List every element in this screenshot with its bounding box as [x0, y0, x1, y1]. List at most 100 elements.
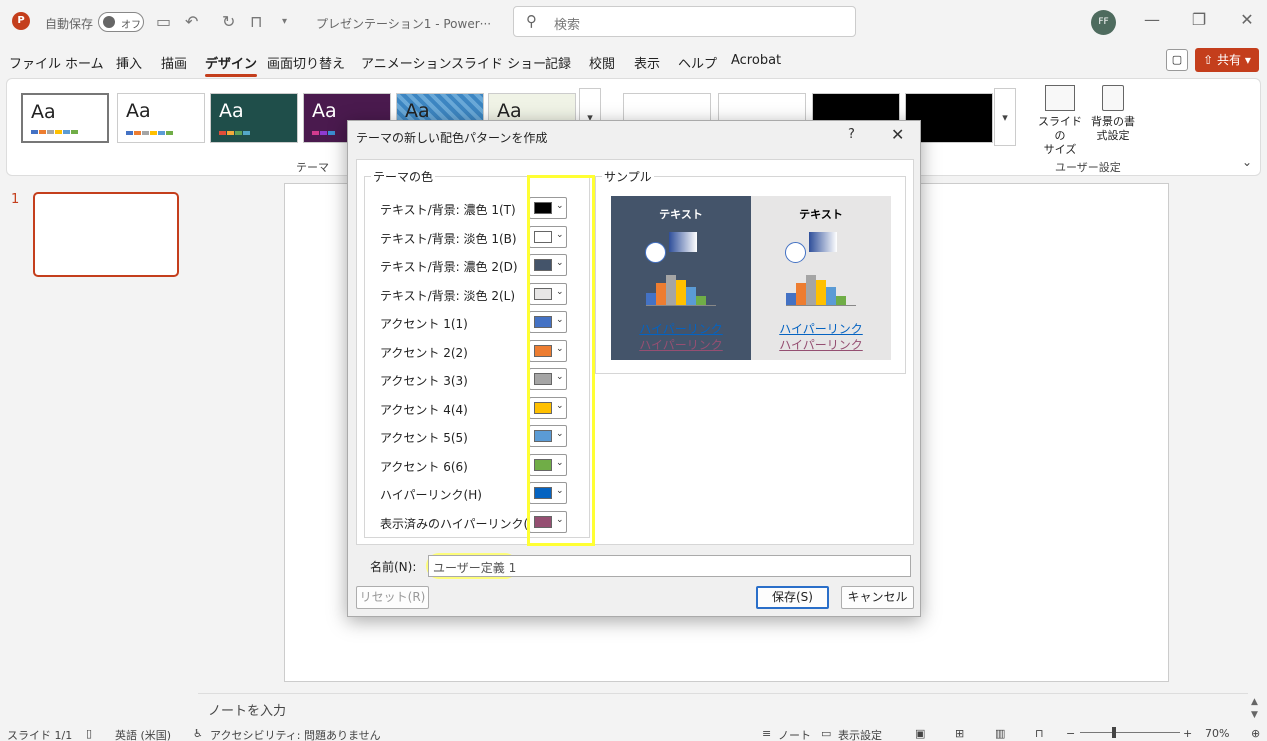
user-avatar[interactable]: FF — [1091, 10, 1116, 35]
sample-light: テキスト ハイパーリンク ハイパーリンク — [751, 196, 891, 360]
spellcheck-icon[interactable]: ▯ — [86, 727, 92, 740]
close-window-icon[interactable]: ✕ — [1237, 10, 1257, 29]
reading-view-icon[interactable]: ▥ — [995, 727, 1005, 740]
color-label-accent4: アクセント 4(4) — [380, 403, 468, 417]
search-icon: ⚲ — [526, 12, 537, 30]
sample-gradient — [809, 232, 837, 252]
color-label-accent3: アクセント 3(3) — [380, 374, 468, 388]
autosave-state: オフ — [121, 20, 141, 31]
name-label: 名前(N): — [370, 560, 417, 574]
tab-insert[interactable]: 挿入 — [116, 53, 142, 72]
comment-icon[interactable]: ▢ — [1166, 49, 1188, 71]
tab-transitions[interactable]: 画面切り替え — [267, 53, 345, 72]
theme-office[interactable]: Aa — [21, 93, 109, 143]
fit-slide-icon[interactable]: ⊕ — [1251, 727, 1260, 740]
autosave-toggle[interactable]: オフ — [98, 12, 144, 32]
color-label-followed-hyperlink: 表示済みのハイパーリンク(F) — [380, 517, 540, 531]
sample-circle — [645, 242, 666, 263]
save-button[interactable]: 保存(S) — [756, 586, 829, 609]
sample-group-label: サンプル — [602, 168, 654, 185]
user-settings-group-label: ユーザー設定 — [1055, 161, 1121, 174]
tab-record[interactable]: 記録 — [545, 53, 571, 72]
language-status[interactable]: 英語 (米国) — [115, 727, 171, 741]
slide-size-button[interactable]: スライドの サイズ — [1036, 85, 1084, 157]
name-input[interactable]: ユーザー定義 1 — [428, 555, 911, 577]
tab-design[interactable]: デザイン — [205, 53, 258, 77]
color-label-dark2: テキスト/背景: 濃色 2(D) — [380, 260, 518, 274]
slideshow-view-icon[interactable]: ⊓ — [1035, 727, 1044, 740]
slide-sorter-icon[interactable]: ⊞ — [955, 727, 964, 740]
tab-animations[interactable]: アニメーション — [361, 53, 451, 72]
scroll-down-icon[interactable]: ▼ — [1251, 710, 1258, 720]
color-label-dark1: テキスト/背景: 濃色 1(T) — [380, 203, 516, 217]
theme-2[interactable]: Aa — [117, 93, 205, 143]
restore-icon[interactable]: ❐ — [1189, 10, 1209, 29]
dialog-close-icon[interactable]: ✕ — [891, 125, 904, 144]
save-icon[interactable]: ▭ — [156, 12, 171, 31]
reset-button[interactable]: リセット(R) — [356, 586, 429, 609]
theme-sample: Aa — [405, 100, 430, 122]
menu-bar: ファイル ホーム 挿入 描画 デザイン 画面切り替え アニメーション スライド … — [0, 44, 1267, 77]
customize-toolbar-icon[interactable]: ▾ — [282, 16, 287, 27]
zoom-slider[interactable] — [1080, 732, 1180, 733]
tab-help[interactable]: ヘルプ — [678, 53, 717, 72]
share-label: 共有 — [1217, 53, 1242, 67]
slide-count: スライド 1/1 — [7, 729, 73, 741]
normal-view-icon[interactable]: ▣ — [915, 727, 925, 740]
redo-icon[interactable]: ↻ — [222, 12, 235, 31]
notes-button[interactable]: ノート — [778, 727, 811, 741]
search-box[interactable]: ⚲ 検索 — [513, 6, 856, 37]
color-label-accent2: アクセント 2(2) — [380, 346, 468, 360]
powerpoint-logo-icon: P — [12, 12, 30, 30]
sample-hyperlink: ハイパーリンク — [639, 322, 723, 336]
theme-sample: Aa — [312, 100, 337, 122]
sample-text: テキスト — [799, 208, 843, 221]
notes-pane[interactable]: ノートを入力 — [198, 693, 1248, 723]
sample-bar-chart — [786, 272, 856, 306]
tab-draw[interactable]: 描画 — [161, 53, 187, 72]
share-button[interactable]: ⇧ 共有 ▾ — [1195, 48, 1259, 72]
status-bar: スライド 1/1 ▯ 英語 (米国) ♿ アクセシビリティ: 問題ありません ≡… — [0, 724, 1267, 741]
zoom-slider-thumb[interactable] — [1112, 727, 1116, 738]
format-background-button[interactable]: 背景の書 式設定 — [1089, 85, 1137, 143]
minimize-icon[interactable]: — — [1142, 10, 1162, 29]
scroll-up-icon[interactable]: ▲ — [1251, 697, 1258, 707]
highlight-annotation — [527, 175, 595, 546]
dialog-panel: テーマの色 サンプル テキスト/背景: 濃色 1(T) テキスト/背景: 淡色 … — [356, 159, 914, 546]
theme-3[interactable]: Aa — [210, 93, 298, 143]
sample-gradient — [669, 232, 697, 252]
zoom-out-icon[interactable]: − — [1066, 727, 1075, 740]
theme-sample: Aa — [219, 100, 244, 122]
search-placeholder: 検索 — [554, 18, 581, 33]
cancel-button[interactable]: キャンセル — [841, 586, 914, 609]
tab-review[interactable]: 校閲 — [589, 53, 615, 72]
zoom-level[interactable]: 70% — [1205, 727, 1229, 740]
slide-size-label: スライドの サイズ — [1038, 115, 1082, 156]
tab-file[interactable]: ファイル — [9, 53, 61, 72]
sample-circle — [785, 242, 806, 263]
zoom-in-icon[interactable]: + — [1183, 727, 1192, 740]
notes-placeholder: ノートを入力 — [208, 704, 287, 719]
present-icon[interactable]: ⊓ — [250, 12, 262, 31]
color-label-light2: テキスト/背景: 淡色 2(L) — [380, 289, 516, 303]
display-settings-icon: ▭ — [821, 727, 832, 740]
tab-acrobat[interactable]: Acrobat — [731, 53, 781, 68]
sample-text: テキスト — [659, 208, 703, 221]
document-title: プレゼンテーション1 - Power··· — [316, 17, 492, 31]
tab-home[interactable]: ホーム — [65, 53, 104, 72]
help-icon[interactable]: ? — [848, 127, 855, 142]
color-label-accent5: アクセント 5(5) — [380, 431, 468, 445]
accessibility-status[interactable]: アクセシビリティ: 問題ありません — [210, 727, 381, 741]
theme-sample: Aa — [31, 101, 56, 123]
tab-view[interactable]: 表示 — [634, 53, 660, 72]
format-background-icon — [1102, 85, 1124, 111]
display-settings-button[interactable]: 表示設定 — [838, 727, 882, 741]
slide-number: 1 — [11, 192, 20, 207]
undo-icon[interactable]: ↶ — [185, 12, 198, 31]
sample-bar-chart — [646, 272, 716, 306]
slide-thumbnail[interactable] — [33, 192, 179, 277]
variants-more-icon[interactable]: ▾ — [994, 88, 1016, 146]
tab-slideshow[interactable]: スライド ショー — [451, 53, 546, 72]
slide-size-icon — [1045, 85, 1075, 111]
ribbon-collapse-icon[interactable]: ⌄ — [1242, 155, 1252, 169]
